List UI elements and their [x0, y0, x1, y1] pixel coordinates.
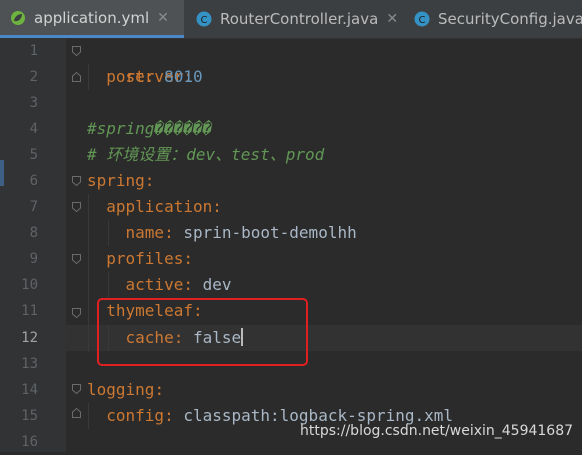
yaml-colon: :: [183, 275, 203, 294]
svg-text:C: C: [419, 15, 426, 26]
line-number-current: 12: [21, 330, 38, 346]
tab-label: SecurityConfig.java: [438, 10, 582, 28]
line-number: 6: [29, 173, 38, 189]
class-c-icon: C: [414, 11, 430, 27]
yaml-colon: :: [164, 223, 184, 242]
line-number: 7: [29, 199, 38, 215]
yaml-value: 8010: [164, 67, 203, 86]
tab-router-controller[interactable]: C RouterController.java ✕: [186, 0, 398, 38]
yaml-key: active: [125, 275, 184, 294]
tab-label: RouterController.java: [220, 10, 379, 28]
yaml-key: spring: [87, 171, 145, 190]
spring-leaf-icon: [11, 10, 25, 25]
code-line: #spring������: [87, 116, 212, 142]
yaml-colon: :: [144, 171, 155, 190]
class-c-icon: C: [196, 11, 212, 27]
annotation-highlight-box: [97, 298, 308, 366]
yaml-colon: :: [144, 67, 165, 86]
code-line: active: dev: [87, 272, 232, 298]
yaml-key: application: [106, 197, 213, 216]
svg-text:C: C: [201, 15, 208, 26]
close-icon[interactable]: ✕: [386, 11, 398, 27]
line-number: 5: [29, 147, 38, 163]
tab-label: application.yml: [34, 8, 150, 27]
yaml-comment: # 环境设置：dev、test、prod: [87, 145, 325, 164]
line-number: 8: [29, 225, 38, 241]
code-line: port: 8010: [87, 64, 203, 90]
yaml-colon: :: [212, 197, 222, 216]
yaml-colon: :: [164, 406, 184, 425]
code-line: application:: [87, 194, 222, 220]
editor-tab-bar: application.yml ✕ C RouterController.jav…: [0, 0, 582, 39]
code-line: spring:: [87, 168, 154, 194]
code-line: name: sprin-boot-demolhh: [87, 220, 357, 246]
yaml-key: logging: [87, 380, 155, 399]
code-line: # 环境设置：dev、test、prod: [87, 142, 324, 168]
line-number: 13: [21, 356, 38, 372]
yaml-key: config: [106, 406, 165, 425]
yaml-key: name: [125, 223, 165, 242]
line-number: 3: [29, 95, 38, 111]
line-number: 11: [21, 303, 38, 319]
yaml-value: sprin-boot-demolhh: [183, 223, 357, 242]
yaml-value: dev: [202, 275, 232, 294]
watermark: https://blog.csdn.net/weixin_45941687: [300, 423, 574, 439]
code-line: profiles:: [87, 246, 193, 272]
line-number: 1: [29, 43, 38, 59]
line-number: 14: [21, 382, 38, 398]
code-editor[interactable]: server: port: 8010 #spring������ # 环境设置：…: [66, 38, 582, 452]
code-line: logging:: [87, 377, 164, 403]
line-number: 15: [21, 408, 38, 424]
yaml-key: port: [106, 67, 145, 86]
code-line: server:: [87, 38, 193, 86]
line-number: 2: [29, 69, 38, 85]
yaml-colon: :: [154, 380, 165, 399]
line-number: 4: [29, 121, 38, 137]
yaml-key: profiles: [106, 249, 184, 268]
line-number: 16: [21, 434, 38, 450]
line-number: 9: [29, 251, 38, 267]
line-number-gutter[interactable]: 1 2 3 4 5 6 7 8 9 10 11 12 13 14 15 16: [0, 38, 66, 452]
tab-application-yml[interactable]: application.yml ✕: [0, 0, 184, 38]
tab-security-config[interactable]: C SecurityConfig.java: [404, 0, 582, 38]
yaml-comment: #spring������: [87, 119, 213, 138]
yaml-colon: :: [183, 249, 193, 268]
line-number: 10: [21, 277, 38, 293]
close-icon[interactable]: ✕: [157, 10, 169, 26]
